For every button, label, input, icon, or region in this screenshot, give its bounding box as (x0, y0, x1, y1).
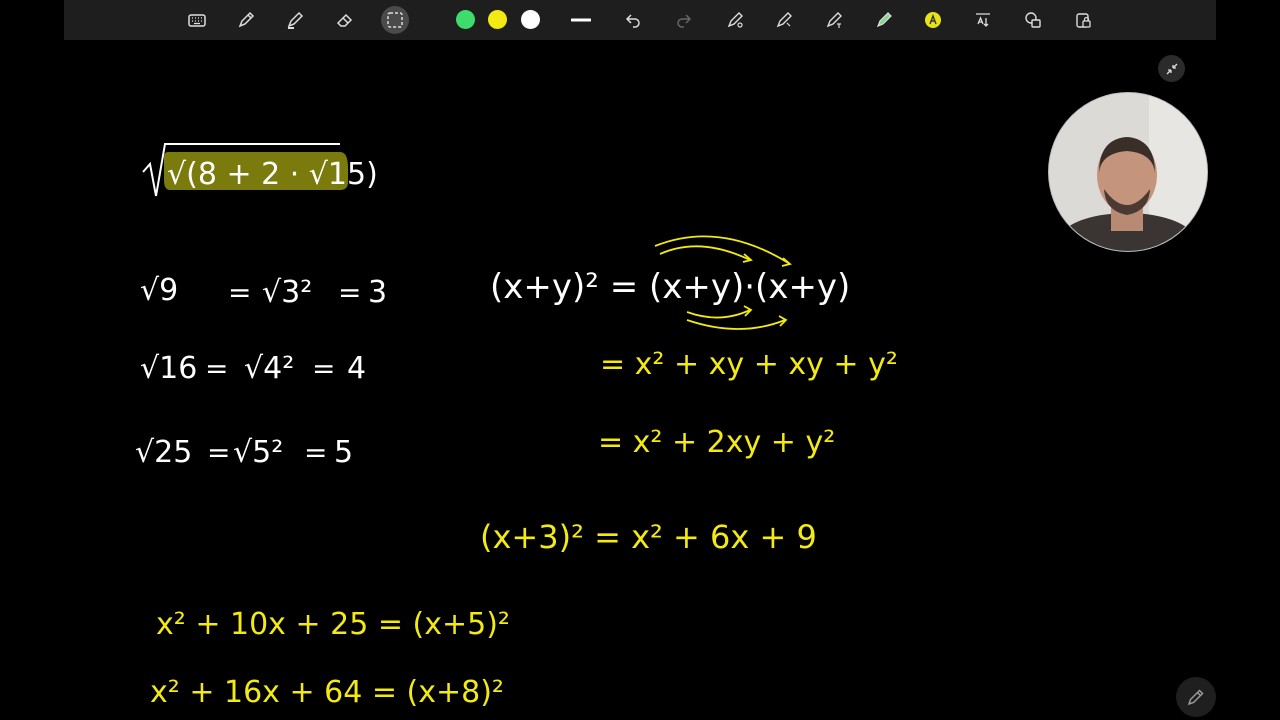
pencil-icon (1187, 689, 1204, 706)
line-sqrt9: √9 (140, 273, 178, 308)
collapse-webcam-button[interactable] (1158, 55, 1185, 82)
drawing-toolbar (64, 0, 1216, 40)
line-4: 4 (347, 351, 366, 386)
lock-icon[interactable] (1069, 6, 1097, 34)
eraser-icon[interactable] (331, 6, 359, 34)
expansion-line3: = x² + 2xy + y² (598, 425, 835, 460)
main-expression: √(8 + 2 · √15) (167, 157, 378, 192)
line-sqrt25: √25 (135, 435, 192, 470)
text-size-icon[interactable] (969, 6, 997, 34)
line-sqrt16: √16 (140, 351, 197, 386)
webcam-bubble[interactable] (1048, 92, 1208, 252)
color-white[interactable] (521, 10, 540, 29)
line-sqrt5sq: √5² (233, 435, 283, 470)
redo-icon[interactable] (670, 6, 698, 34)
presenter-avatar (1049, 93, 1207, 251)
line-sqrt4sq: √4² (244, 351, 294, 386)
lasso-select-icon[interactable] (381, 6, 409, 34)
eq-sign: = (338, 276, 361, 309)
expansion-line2: = x² + xy + xy + y² (600, 347, 898, 382)
eq-sign: = (304, 436, 327, 469)
undo-icon[interactable] (619, 6, 647, 34)
stroke-width-icon[interactable] (567, 6, 595, 34)
text-pen-icon[interactable] (820, 6, 848, 34)
auto-highlight-icon[interactable] (870, 6, 898, 34)
ruler-pen-icon[interactable] (770, 6, 798, 34)
example3: x² + 16x + 64 = (x+8)² (150, 675, 504, 710)
collapse-icon (1166, 63, 1177, 74)
shapes-icon[interactable] (1019, 6, 1047, 34)
eq-sign: = (205, 352, 228, 385)
keyboard-icon[interactable] (183, 6, 211, 34)
line-5: 5 (334, 435, 353, 470)
shape-pen-icon[interactable] (721, 6, 749, 34)
expansion-line1: (x+y)² = (x+y)·(x+y) (490, 267, 850, 307)
pen-icon[interactable] (232, 6, 260, 34)
example2: x² + 10x + 25 = (x+5)² (156, 607, 510, 642)
color-green[interactable] (456, 10, 475, 29)
highlighter-icon[interactable] (281, 6, 309, 34)
yellow-lines: = x² + xy + xy + y² = x² + 2xy + y² (x+3… (150, 347, 898, 710)
eq-sign: = (228, 276, 251, 309)
line-3: 3 (368, 275, 387, 310)
ai-write-icon[interactable] (919, 6, 947, 34)
eq-sign: = (207, 436, 230, 469)
example1: (x+3)² = x² + 6x + 9 (480, 518, 817, 556)
color-yellow[interactable] (488, 10, 507, 29)
eq-sign: = (312, 352, 335, 385)
line-sqrt3sq: √3² (262, 275, 312, 310)
floating-pen-button[interactable] (1176, 677, 1216, 717)
